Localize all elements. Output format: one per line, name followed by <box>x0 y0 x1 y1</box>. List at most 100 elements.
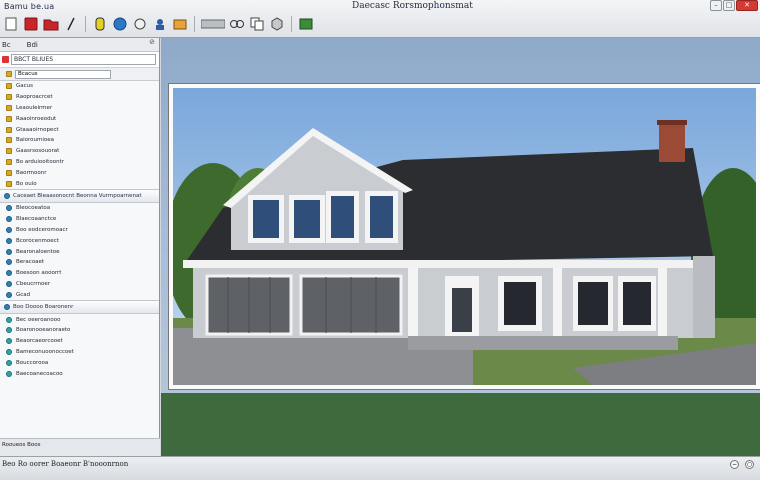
panel-status: Rooueos Boos <box>0 438 160 456</box>
tree-item-label: Raoproacrcet <box>16 94 53 101</box>
tree-item-label: Beracoaet <box>16 259 45 266</box>
toolbar-divider <box>85 16 86 32</box>
red-open-icon[interactable] <box>42 15 60 33</box>
tree-group-mid: Bleocoeatoa Blaecoaanctce Boo eodceromoacr… <box>0 203 159 300</box>
tree-item[interactable]: Gcad <box>0 289 159 300</box>
tree-item[interactable]: Leaouleirmer <box>0 103 159 114</box>
tree-item-label: Baecoanecoacoo <box>16 370 63 377</box>
close-button[interactable]: ✕ <box>736 0 758 11</box>
copy-icon[interactable] <box>248 15 266 33</box>
tree-item[interactable]: Cbeucrrnoer <box>0 279 159 290</box>
tree-item-label: Gacus <box>16 83 34 90</box>
tree-item-label: Blaecoaanctce <box>16 216 57 223</box>
main-toolbar <box>2 13 315 35</box>
fit-icon[interactable]: ○ <box>745 460 754 469</box>
tree-item-label: Boo eodceromoacr <box>16 226 68 233</box>
panel-menu-item[interactable]: Bdi <box>27 41 38 49</box>
render-preview[interactable] <box>169 84 760 389</box>
panel-menu: Bc Bdi ⊘ <box>0 38 159 52</box>
folder-icon <box>6 137 12 144</box>
tree-item[interactable]: Bec oeeroanooo <box>0 314 159 325</box>
folder-icon <box>6 158 12 165</box>
tree-item-label: Bo arduiooitoontr <box>16 158 64 165</box>
tree-item-label: Bec oeeroanooo <box>16 316 61 323</box>
tree-item[interactable]: Bouccorooa <box>0 357 159 368</box>
person-icon[interactable] <box>151 15 169 33</box>
object-icon <box>6 226 12 233</box>
folder-icon <box>6 94 12 101</box>
minimize-button[interactable]: – <box>710 0 722 11</box>
title-bar: Bamu be.ua Daecasc Rorsmophonsmat – □ ✕ <box>0 0 760 38</box>
tree-item[interactable]: Boaronooeanoraeto <box>0 325 159 336</box>
tree-item[interactable]: Baecoanecoacoo <box>0 368 159 379</box>
red-save-icon[interactable] <box>22 15 40 33</box>
section-header[interactable]: Boo Doooo Boaronenr <box>0 300 159 315</box>
search-input[interactable]: BBCT BLIUES <box>11 54 156 65</box>
tree-item-label: Raaoinroeodut <box>16 115 57 122</box>
tree-item[interactable]: Baioroumioea <box>0 135 159 146</box>
link-icon[interactable] <box>228 15 246 33</box>
panel-menu-item[interactable]: Bc <box>2 41 11 49</box>
tree-item[interactable]: Gtaaaoirnopect <box>0 124 159 135</box>
object-icon <box>6 291 12 298</box>
folder-icon <box>6 104 12 111</box>
viewport-ground <box>161 393 760 456</box>
tree-item[interactable]: Beracoaet <box>0 257 159 268</box>
tree-item-label: Bo ouio <box>16 180 37 187</box>
tree-item-label: Bearonaloentoe <box>16 248 60 255</box>
object-browser-panel: Bc Bdi ⊘ BBCT BLIUES Bcacus Gacus Raoproa… <box>0 38 160 456</box>
tree-item-label: Beaorcaeorcooet <box>16 338 63 345</box>
pencil-icon[interactable] <box>62 15 80 33</box>
info-icon[interactable] <box>91 15 109 33</box>
cube-icon[interactable] <box>268 15 286 33</box>
tree-item[interactable]: Gaasrsosouorat <box>0 146 159 157</box>
new-file-icon[interactable] <box>2 15 20 33</box>
tree-item[interactable]: Bo ouio <box>0 178 159 189</box>
tree-item[interactable]: Raoproacrcet <box>0 92 159 103</box>
pin-icon[interactable]: ⊘ <box>149 38 155 46</box>
object-icon <box>6 216 12 223</box>
status-text: Beo Ro oorer Boaeonr B'nooonrnon <box>2 460 129 468</box>
section-label: Boo Doooo Boaronenr <box>13 304 74 311</box>
section-header[interactable]: Caceaet Bleaasonocnt Beonna Vurmpoarnena… <box>0 188 159 203</box>
camera-icon[interactable] <box>131 15 149 33</box>
folder-icon <box>6 148 12 155</box>
tree-item-label: Baormoonr <box>16 169 47 176</box>
toolbar-divider <box>291 16 292 32</box>
maximize-button[interactable]: □ <box>723 0 735 11</box>
tree-item[interactable]: Blaecoaanctce <box>0 214 159 225</box>
tree-item[interactable]: Baormoonr <box>0 167 159 178</box>
filter-dropdown[interactable]: Bcacus <box>15 69 111 79</box>
section-label: Caceaet Bleaasonocnt Beonna Vurmpoarnena… <box>13 192 142 199</box>
tree-item-label: Bcorocenmoect <box>16 237 59 244</box>
search-icon <box>2 56 9 63</box>
app-name: Bamu be.ua <box>4 2 55 11</box>
object-icon <box>6 270 12 277</box>
globe-icon[interactable] <box>111 15 129 33</box>
tree-item-label: Bleocoeatoa <box>16 205 51 212</box>
tree-item[interactable]: Bcorocenmoect <box>0 235 159 246</box>
render-icon[interactable] <box>171 15 189 33</box>
tree-item[interactable]: Bearonaloentoe <box>0 246 159 257</box>
tree-group-bottom: Bec oeeroanooo Boaronooeanoraeto Beaorcaeo… <box>0 314 159 379</box>
tree-item[interactable]: Gacus <box>0 81 159 92</box>
house-render <box>173 88 756 385</box>
tree-item[interactable]: Bameconuoonoccoet <box>0 347 159 358</box>
tree-item[interactable]: Beaorcaeorcooet <box>0 336 159 347</box>
tree-item[interactable]: Raaoinroeodut <box>0 113 159 124</box>
tree-item[interactable]: Boesoon aooorrt <box>0 268 159 279</box>
tree-item[interactable]: Boo eodceromoacr <box>0 225 159 236</box>
tree-item[interactable]: Bo arduiooitoontr <box>0 157 159 168</box>
window-title: Daecasc Rorsmophonsmat <box>352 1 473 11</box>
object-icon <box>6 205 12 212</box>
zoom-out-icon[interactable]: − <box>730 460 739 469</box>
export-icon[interactable] <box>297 15 315 33</box>
3d-viewport[interactable] <box>161 38 760 456</box>
bar-tool-icon[interactable] <box>200 15 226 33</box>
folder-icon <box>6 71 12 77</box>
filter-row: Bcacus <box>0 68 159 81</box>
object-icon <box>6 316 12 323</box>
tree-item-label: Leaouleirmer <box>16 104 53 111</box>
tree-item-label: Cbeucrrnoer <box>16 280 51 287</box>
tree-item[interactable]: Bleocoeatoa <box>0 203 159 214</box>
